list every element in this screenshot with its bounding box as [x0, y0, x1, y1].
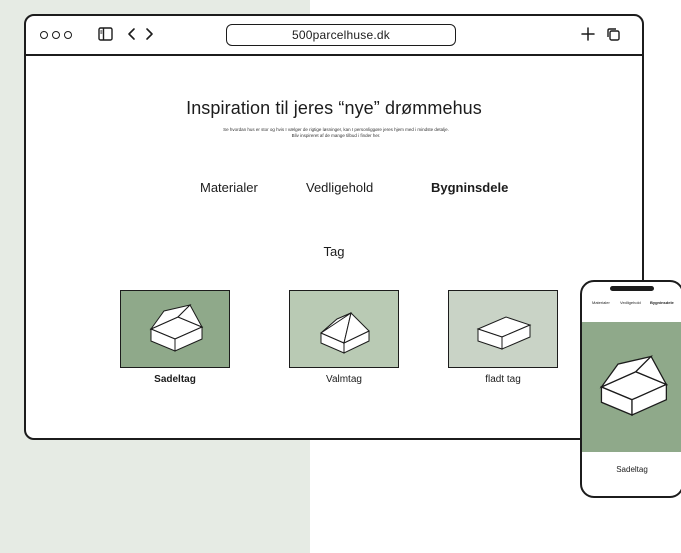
flat-roof-house-icon — [476, 316, 532, 350]
gable-roof-house-icon — [149, 304, 204, 352]
phone-notch — [610, 286, 654, 291]
tabs-overview-icon[interactable] — [606, 27, 621, 47]
phone-mockup: Materialer Vedligehold Bygninsdele Sadel… — [580, 280, 681, 498]
close-dot-icon[interactable] — [40, 31, 48, 39]
card-image — [289, 290, 399, 368]
category-tabs: Materialer Vedligehold Bygninsdele — [26, 180, 642, 200]
browser-toolbar: 500parcelhuse.dk — [26, 16, 642, 56]
tab-bygninsdele[interactable]: Bygninsdele — [431, 180, 508, 195]
back-icon[interactable] — [127, 27, 137, 46]
card-label: Sadeltag — [154, 374, 196, 385]
page-content: Inspiration til jeres “nye” drømmehus Se… — [26, 58, 642, 438]
gable-roof-house-icon — [599, 355, 668, 416]
browser-window: 500parcelhuse.dk Inspiration til jeres “… — [24, 14, 644, 440]
page-title: Inspiration til jeres “nye” drømmehus — [186, 98, 482, 118]
card-label: fladt tag — [485, 374, 521, 385]
tab-materialer[interactable]: Materialer — [200, 180, 258, 195]
subtitle-line-2: Bliv inspireret af de mange tilbud i fin… — [291, 133, 381, 138]
roof-card-sadeltag[interactable]: Sadeltag — [120, 290, 230, 385]
phone-card-image[interactable] — [582, 322, 681, 452]
minimize-dot-icon[interactable] — [52, 31, 60, 39]
phone-card-label: Sadeltag — [616, 465, 648, 474]
card-image — [120, 290, 230, 368]
tab-vedligehold[interactable]: Vedligehold — [306, 180, 373, 195]
window-controls[interactable] — [40, 31, 72, 39]
forward-icon[interactable] — [144, 27, 154, 46]
maximize-dot-icon[interactable] — [64, 31, 72, 39]
roof-card-valmtag[interactable]: Valmtag — [289, 290, 399, 385]
phone-tab-materialer[interactable]: Materialer — [592, 300, 610, 305]
url-bar[interactable]: 500parcelhuse.dk — [226, 24, 456, 46]
new-tab-icon[interactable] — [581, 27, 595, 46]
phone-tab-bygninsdele[interactable]: Bygninsdele — [650, 300, 674, 305]
phone-category-tabs: Materialer Vedligehold Bygninsdele — [582, 300, 681, 308]
page-subtitle: Se hvordan hus er stor og hvis I vælger … — [176, 127, 496, 139]
section-title: Tag — [323, 244, 345, 259]
hip-roof-house-icon — [320, 312, 370, 354]
sidebar-icon[interactable] — [98, 27, 113, 46]
roof-card-fladt-tag[interactable]: fladt tag — [448, 290, 558, 385]
phone-tab-vedligehold[interactable]: Vedligehold — [620, 300, 641, 305]
card-label: Valmtag — [326, 374, 362, 385]
card-image — [448, 290, 558, 368]
